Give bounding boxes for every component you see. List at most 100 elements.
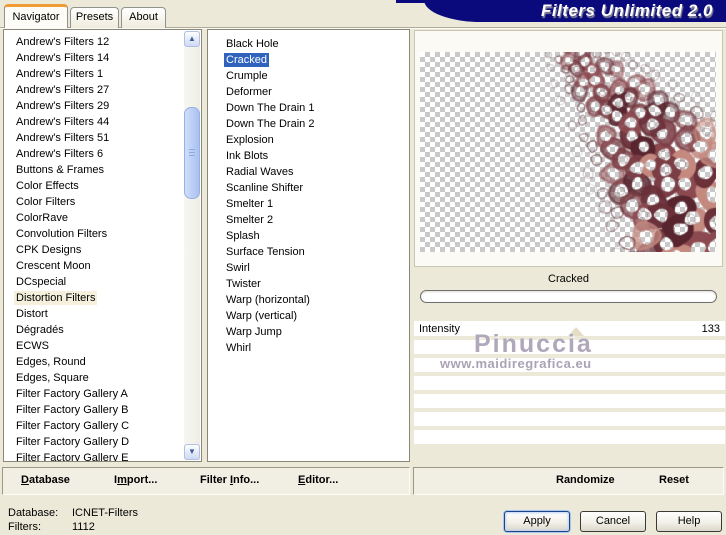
help-button[interactable]: Help xyxy=(656,511,722,532)
filters-unlimited-dialog: Filters Unlimited 2.0 Navigator Presets Ab… xyxy=(0,0,726,535)
category-list-item[interactable]: Color Effects xyxy=(14,178,184,194)
category-list-item[interactable]: Distort xyxy=(14,306,184,322)
empty-slider-row xyxy=(414,430,725,444)
database-status-value: ICNET-Filters xyxy=(72,507,138,519)
category-list-item[interactable]: Filter Factory Gallery B xyxy=(14,402,184,418)
filter-list-item[interactable]: Warp (vertical) xyxy=(224,308,409,324)
item-label: Convolution Filters xyxy=(16,228,108,240)
category-list-item[interactable]: Andrew's Filters 27 xyxy=(14,82,184,98)
item-label: Filter Factory Gallery B xyxy=(16,404,129,416)
category-list-item[interactable]: Edges, Round xyxy=(14,354,184,370)
item-label: Twister xyxy=(226,278,261,290)
item-label: Smelter 2 xyxy=(226,214,274,226)
item-label: Distort xyxy=(16,308,48,320)
item-label: Swirl xyxy=(226,262,250,274)
editor-button[interactable]: Editor... xyxy=(298,474,338,486)
item-label: Scanline Shifter xyxy=(226,182,304,194)
category-list-item[interactable]: DCspecial xyxy=(14,274,184,290)
empty-slider-row xyxy=(414,376,725,390)
scrollbar-up-icon[interactable]: ▲ xyxy=(184,31,200,47)
category-list-item[interactable]: Crescent Moon xyxy=(14,258,184,274)
item-label: Buttons & Frames xyxy=(16,164,105,176)
category-list-item[interactable]: Distortion Filters xyxy=(14,290,184,306)
filter-list-item[interactable]: Down The Drain 1 xyxy=(224,100,409,116)
category-list-item[interactable]: Convolution Filters xyxy=(14,226,184,242)
category-list-item[interactable]: Andrew's Filters 1 xyxy=(14,66,184,82)
scrollbar-down-icon[interactable]: ▼ xyxy=(184,444,200,460)
filter-list-item[interactable]: Whirl xyxy=(224,340,409,356)
item-label: Filter Factory Gallery E xyxy=(16,452,129,461)
category-list-item[interactable]: Andrew's Filters 6 xyxy=(14,146,184,162)
category-list-item[interactable]: Andrew's Filters 14 xyxy=(14,50,184,66)
category-list-item[interactable]: Filter Factory Gallery D xyxy=(14,434,184,450)
category-list-item[interactable]: Buttons & Frames xyxy=(14,162,184,178)
tab-navigator[interactable]: Navigator xyxy=(4,4,68,28)
database-button[interactable]: Database xyxy=(21,474,70,486)
randomize-button[interactable]: Randomize xyxy=(556,474,615,486)
item-label: Edges, Round xyxy=(16,356,86,368)
cancel-button[interactable]: Cancel xyxy=(580,511,646,532)
filter-list-item[interactable]: Ink Blots xyxy=(224,148,409,164)
item-label: Filter Factory Gallery C xyxy=(16,420,130,432)
empty-slider-row xyxy=(414,412,725,426)
item-label: Warp (vertical) xyxy=(226,310,298,322)
category-list-item[interactable]: Filter Factory Gallery C xyxy=(14,418,184,434)
filter-list-item[interactable]: Warp (horizontal) xyxy=(224,292,409,308)
action-bar-left: Database Import... Filter Info... Editor... xyxy=(2,467,410,495)
filter-list-item[interactable]: Explosion xyxy=(224,132,409,148)
item-label: Color Effects xyxy=(16,180,79,192)
item-label: Andrew's Filters 44 xyxy=(16,116,110,128)
filter-info-button[interactable]: Filter Info... xyxy=(200,474,259,486)
filter-list-item[interactable]: Cracked xyxy=(224,52,409,68)
category-list-item[interactable]: Filter Factory Gallery E xyxy=(14,450,184,461)
filter-list-item[interactable]: Swirl xyxy=(224,260,409,276)
category-list-item[interactable]: Andrew's Filters 29 xyxy=(14,98,184,114)
app-title: Filters Unlimited 2.0 xyxy=(540,1,713,20)
item-label: Deformer xyxy=(226,86,272,98)
title-banner: Filters Unlimited 2.0 xyxy=(424,0,726,22)
tab-presets[interactable]: Presets xyxy=(70,7,119,28)
watermark-name: Pinuccia xyxy=(474,330,593,358)
scrollbar-thumb[interactable] xyxy=(184,107,200,199)
category-list-item[interactable]: Edges, Square xyxy=(14,370,184,386)
filter-list-item[interactable]: Splash xyxy=(224,228,409,244)
category-list-item[interactable]: ColorRave xyxy=(14,210,184,226)
item-label: ColorRave xyxy=(16,212,68,224)
filter-list-item[interactable]: Twister xyxy=(224,276,409,292)
reset-button[interactable]: Reset xyxy=(659,474,689,486)
filter-list-item[interactable]: Smelter 2 xyxy=(224,212,409,228)
preview-checkerboard xyxy=(420,52,716,252)
category-list-item[interactable]: ECWS xyxy=(14,338,184,354)
filter-list-item[interactable]: Radial Waves xyxy=(224,164,409,180)
category-list-item[interactable]: Color Filters xyxy=(14,194,184,210)
item-label: Warp Jump xyxy=(226,326,282,338)
apply-button[interactable]: Apply xyxy=(504,511,570,532)
item-label: Filter Factory Gallery D xyxy=(16,436,130,448)
tab-about[interactable]: About xyxy=(121,7,166,28)
preview-pane[interactable] xyxy=(414,30,723,267)
filter-list-item[interactable]: Scanline Shifter xyxy=(224,180,409,196)
intensity-value: 133 xyxy=(701,322,720,335)
filter-list-item[interactable]: Surface Tension xyxy=(224,244,409,260)
category-list-item[interactable]: Andrew's Filters 51 xyxy=(14,130,184,146)
item-label: Edges, Square xyxy=(16,372,89,384)
filter-list-item[interactable]: Down The Drain 2 xyxy=(224,116,409,132)
category-list-item[interactable]: CPK Designs xyxy=(14,242,184,258)
category-list-item[interactable]: Andrew's Filters 12 xyxy=(14,34,184,50)
category-scrollbar[interactable]: ▲ ▼ xyxy=(184,31,200,460)
category-list-item[interactable]: Dégradés xyxy=(14,322,184,338)
filters-count-label: Filters: xyxy=(8,521,41,533)
item-label: Distortion Filters xyxy=(14,291,98,305)
item-label: CPK Designs xyxy=(16,244,82,256)
item-label: DCspecial xyxy=(16,276,67,288)
category-list-item[interactable]: Filter Factory Gallery A xyxy=(14,386,184,402)
filter-list-item[interactable]: Black Hole xyxy=(224,36,409,52)
import-button[interactable]: Import... xyxy=(114,474,157,486)
item-label: Explosion xyxy=(226,134,274,146)
category-list-item[interactable]: Andrew's Filters 44 xyxy=(14,114,184,130)
filter-list-item[interactable]: Warp Jump xyxy=(224,324,409,340)
filter-list-item[interactable]: Smelter 1 xyxy=(224,196,409,212)
filter-list-item[interactable]: Crumple xyxy=(224,68,409,84)
filter-list-item[interactable]: Deformer xyxy=(224,84,409,100)
item-label: Andrew's Filters 12 xyxy=(16,36,110,48)
